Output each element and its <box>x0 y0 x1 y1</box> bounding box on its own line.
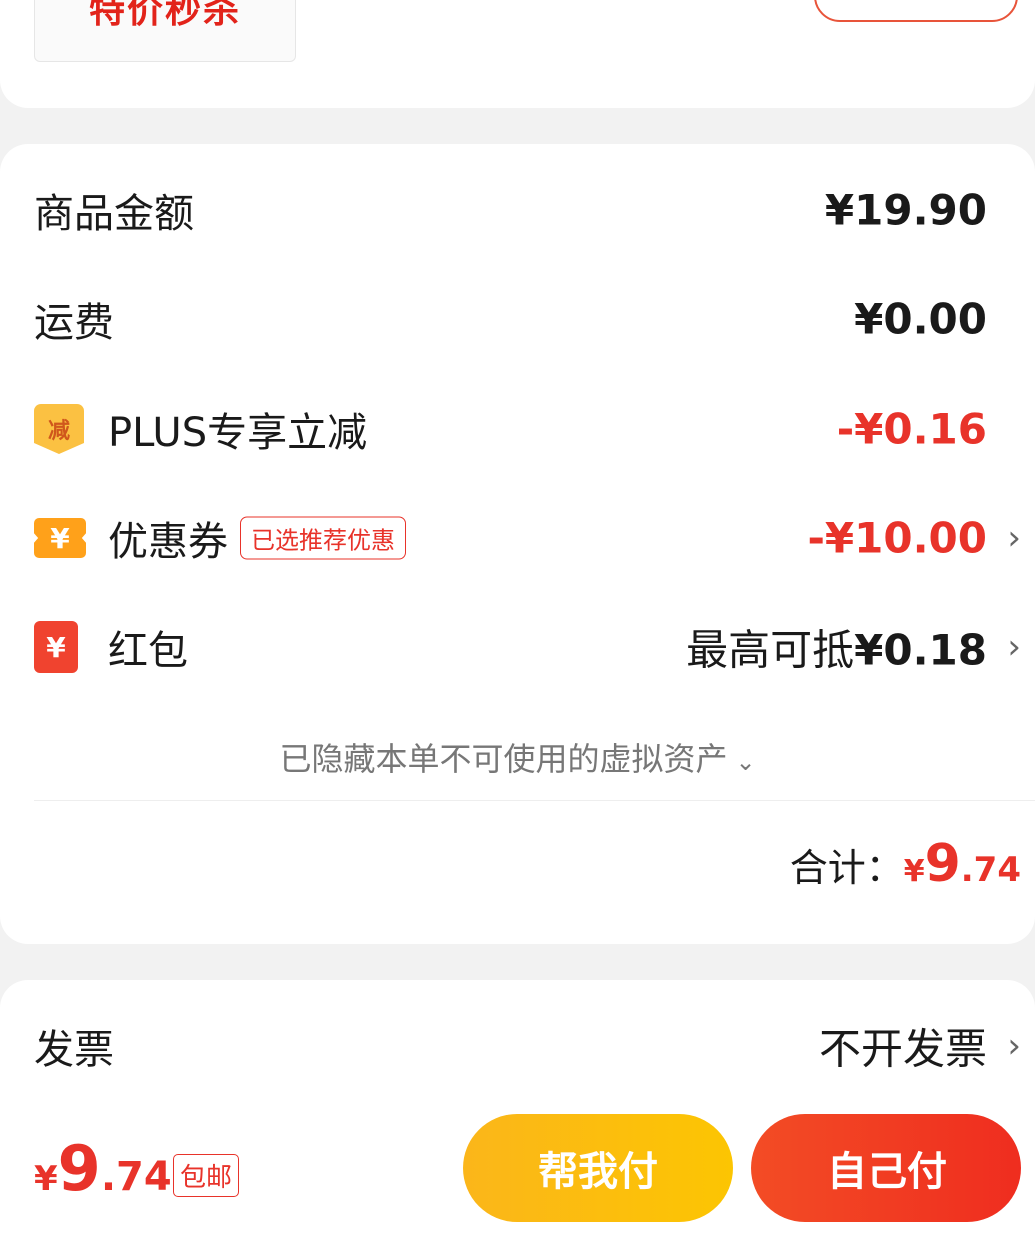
red-packet-icon: ¥ <box>34 621 78 673</box>
price-integer: 9 <box>57 1132 101 1205</box>
chevron-right-icon: › <box>1007 518 1021 558</box>
invoice-label: 发票 <box>34 1027 114 1073</box>
goods-amount-label: 商品金额 <box>34 191 194 237</box>
coupon-label: 优惠券 <box>108 519 228 565</box>
plus-discount-value: -¥0.16 <box>836 404 987 454</box>
checkout-bar: ¥9.74 包邮 帮我付 自己付 <box>0 1096 1035 1233</box>
coupon-row[interactable]: ¥ 优惠券 已选推荐优惠 -¥10.00 › <box>34 508 1035 568</box>
total-integer: 9 <box>924 834 961 894</box>
shipping-row: 运费 ¥0.00 <box>34 289 1035 349</box>
checkout-price: ¥9.74 <box>34 1132 172 1205</box>
goods-amount-row: 商品金额 ¥19.90 <box>34 180 1035 240</box>
chevron-right-icon: › <box>1007 627 1021 667</box>
red-packet-row[interactable]: ¥ 红包 最高可抵¥0.18 › <box>34 617 1035 677</box>
coupon-recommended-tag: 已选推荐优惠 <box>240 516 406 560</box>
order-total: 合计：¥9.74 <box>790 834 1021 894</box>
hidden-assets-text: 已隐藏本单不可使用的虚拟资产 <box>279 740 728 778</box>
product-thumbnail[interactable]: 特价秒杀 <box>34 0 296 62</box>
goods-amount-value: ¥19.90 <box>824 185 987 235</box>
chevron-right-icon: › <box>1007 1026 1021 1066</box>
coupon-value: -¥10.00 <box>807 513 987 563</box>
total-label: 合计： <box>789 846 904 890</box>
plus-discount-icon: 减 <box>34 404 84 454</box>
thumbnail-promo-text: 特价秒杀 <box>88 0 241 31</box>
chevron-down-icon: ⌄ <box>735 748 756 776</box>
order-summary-card: 商品金额 ¥19.90 运费 ¥0.00 减 PLUS专享立减 -¥0.16 ¥… <box>0 144 1035 944</box>
red-packet-label: 红包 <box>108 628 188 674</box>
coupon-icon: ¥ <box>34 518 86 558</box>
red-packet-prefix: 最高可抵 <box>686 625 855 675</box>
invoice-value: 不开发票 <box>818 1024 987 1074</box>
price-decimal: .74 <box>100 1154 172 1200</box>
price-currency: ¥ <box>34 1159 58 1199</box>
red-packet-amount: ¥0.18 <box>854 625 987 675</box>
divider <box>34 800 1035 801</box>
total-decimal: .74 <box>960 850 1021 890</box>
red-packet-value: 最高可抵¥0.18 <box>686 617 987 678</box>
total-currency: ¥ <box>903 854 925 889</box>
self-pay-button[interactable]: 自己付 <box>751 1114 1021 1222</box>
shipping-value: ¥0.00 <box>854 294 987 344</box>
free-shipping-badge: 包邮 <box>173 1154 240 1197</box>
invoice-row[interactable]: 发票 不开发票 › <box>34 1016 1035 1076</box>
hidden-assets-toggle[interactable]: 已隐藏本单不可使用的虚拟资产 ⌄ <box>0 734 1035 780</box>
plus-discount-label: PLUS专享立减 <box>108 410 368 456</box>
help-pay-button[interactable]: 帮我付 <box>463 1114 733 1222</box>
product-action-button[interactable] <box>814 0 1018 22</box>
product-card: 特价秒杀 <box>0 0 1035 108</box>
plus-discount-row: 减 PLUS专享立减 -¥0.16 <box>34 399 1035 459</box>
shipping-label: 运费 <box>34 300 114 346</box>
